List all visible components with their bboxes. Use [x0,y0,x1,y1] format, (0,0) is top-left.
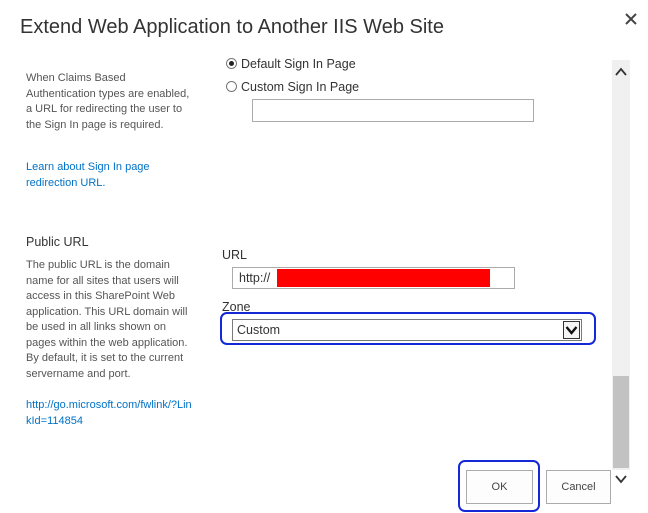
default-sign-in-option[interactable]: Default Sign In Page [226,57,426,73]
close-icon [625,13,637,25]
public-url-value: http:// [239,271,271,285]
url-label: URL [222,248,248,262]
custom-sign-in-url-input[interactable] [252,99,534,122]
dialog-content: When Claims Based Authentication types a… [0,50,612,513]
ok-button[interactable]: OK [466,470,533,504]
scroll-down-button[interactable] [612,471,630,487]
public-url-heading: Public URL [26,235,89,249]
public-url-input[interactable]: http:// [232,267,515,289]
scrollbar-thumb[interactable] [613,376,629,468]
public-url-description: The public URL is the domain name for al… [26,259,188,380]
dialog-title: Extend Web Application to Another IIS We… [20,16,444,38]
chevron-down-icon [615,475,627,484]
default-sign-in-radio[interactable] [226,58,237,69]
sign-in-description: When Claims Based Authentication types a… [26,72,190,131]
default-sign-in-label: Default Sign In Page [241,57,356,71]
custom-sign-in-radio[interactable] [226,81,237,92]
redacted-url-block [277,269,490,287]
scroll-up-button[interactable] [612,64,630,80]
chevron-down-icon [565,326,578,335]
public-url-help-link[interactable]: http://go.microsoft.com/fwlink/?LinkId=1… [26,398,196,429]
zone-dropdown-button[interactable] [563,321,580,339]
close-button[interactable] [620,8,642,30]
custom-sign-in-option[interactable]: Custom Sign In Page [226,80,426,96]
zone-select[interactable]: Custom [232,319,582,341]
vertical-scrollbar[interactable] [612,60,630,470]
zone-select-value: Custom [237,323,281,337]
sign-in-learn-link[interactable]: Learn about Sign In page redirection URL… [26,160,176,191]
cancel-button[interactable]: Cancel [546,470,611,504]
chevron-up-icon [615,67,627,76]
custom-sign-in-label: Custom Sign In Page [241,80,360,94]
